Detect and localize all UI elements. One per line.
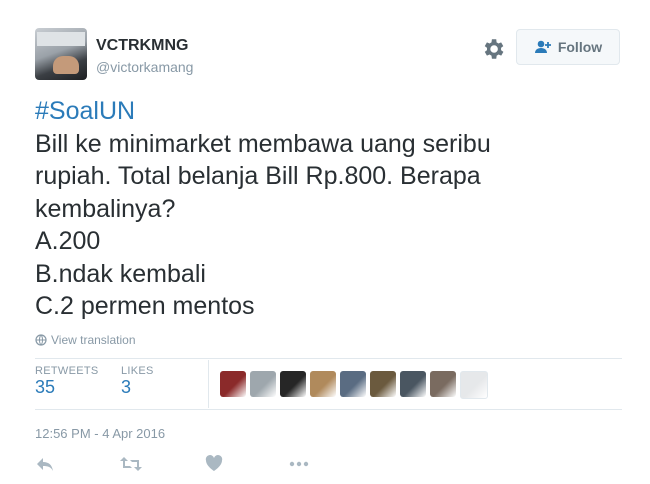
likes-label: LIKES xyxy=(121,365,154,377)
add-user-icon xyxy=(534,40,551,53)
liker-avatar[interactable] xyxy=(280,371,306,397)
user-handle[interactable]: @victorkamang xyxy=(96,59,193,75)
tweet-line: A.200 xyxy=(35,227,101,255)
liker-avatar[interactable] xyxy=(220,371,246,397)
tweet-timestamp[interactable]: 12:56 PM - 4 Apr 2016 xyxy=(35,426,165,441)
retweets-label: RETWEETS xyxy=(35,365,99,377)
avatar-image-hand xyxy=(53,56,79,74)
display-name[interactable]: VCTRKMNG xyxy=(96,37,188,55)
tweet-line: C.2 permen mentos xyxy=(35,292,255,320)
liker-avatar[interactable] xyxy=(370,371,396,397)
liker-avatars xyxy=(220,371,488,399)
tweet-text: #SoalUN Bill ke minimarket membawa uang … xyxy=(35,95,625,323)
heart-icon[interactable] xyxy=(205,455,227,475)
tweet-line: kembalinya? xyxy=(35,194,176,223)
retweet-icon[interactable] xyxy=(120,455,142,475)
view-translation-link[interactable]: View translation xyxy=(35,333,136,347)
liker-avatar[interactable] xyxy=(340,371,366,397)
stats-divider xyxy=(208,360,209,408)
tweet-line: rupiah. Total belanja Bill Rp.800. Berap… xyxy=(35,162,481,190)
tweet-line: B.ndak kembali xyxy=(35,259,206,288)
liker-avatar[interactable] xyxy=(460,371,488,399)
more-icon[interactable] xyxy=(289,455,311,475)
divider xyxy=(35,409,622,410)
tweet-line: Bill ke minimarket membawa uang seribu xyxy=(35,129,491,158)
retweets-stat[interactable]: RETWEETS 35 xyxy=(35,365,99,398)
liker-avatar[interactable] xyxy=(430,371,456,397)
liker-avatar[interactable] xyxy=(250,371,276,397)
reply-icon[interactable] xyxy=(35,455,57,475)
liker-avatar[interactable] xyxy=(400,371,426,397)
likes-count: 3 xyxy=(121,377,132,397)
avatar-image-screen xyxy=(37,32,85,46)
view-translation-label: View translation xyxy=(51,333,136,347)
gear-icon[interactable] xyxy=(480,36,506,62)
follow-button[interactable]: Follow xyxy=(516,29,620,65)
globe-icon xyxy=(35,334,47,346)
hashtag-link[interactable]: #SoalUN xyxy=(35,95,625,128)
divider xyxy=(35,358,622,359)
likes-stat[interactable]: LIKES 3 xyxy=(121,365,154,398)
follow-button-label: Follow xyxy=(557,39,603,55)
avatar[interactable] xyxy=(35,28,87,80)
retweets-count: 35 xyxy=(35,377,56,397)
liker-avatar[interactable] xyxy=(310,371,336,397)
